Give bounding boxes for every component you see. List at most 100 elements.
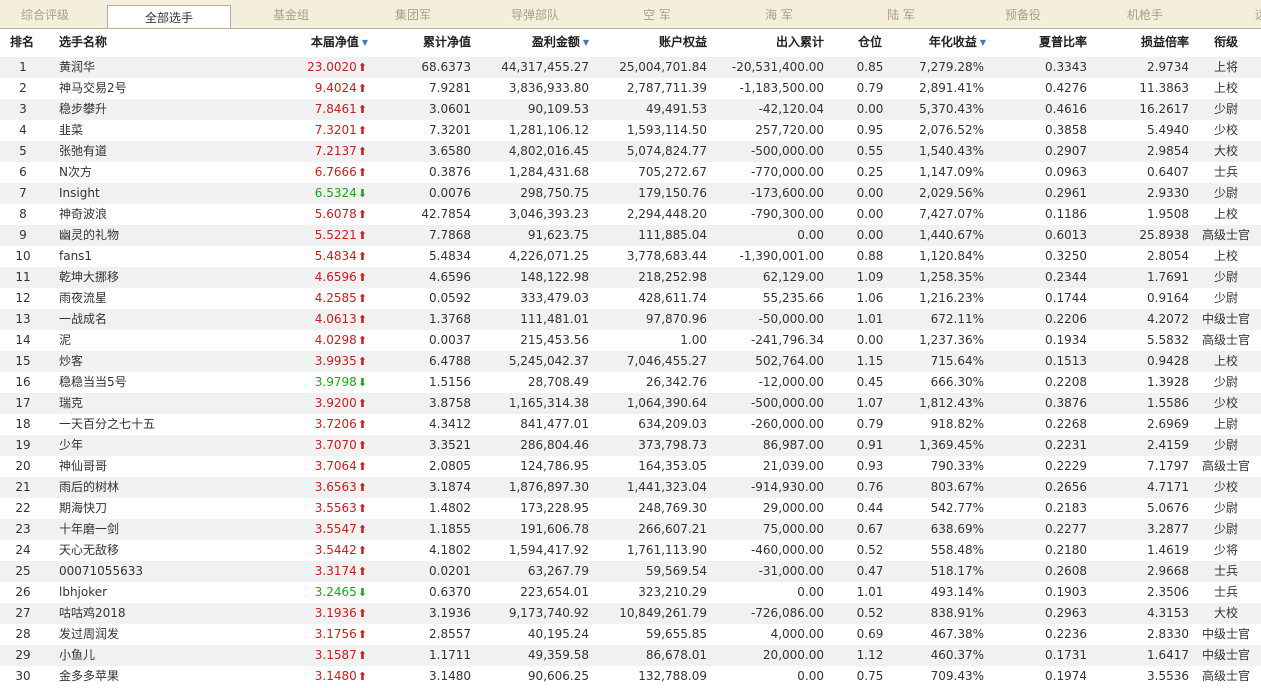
table-row[interactable]: 22 期海快刀 3.5563⬆ 1.4802 173,228.95 248,769.30 2… xyxy=(0,498,1261,519)
cell-player-name[interactable]: 幽灵的礼物 xyxy=(59,225,249,246)
cell-player-name[interactable]: 发过周润发 xyxy=(59,624,249,645)
sort-down-icon[interactable]: ▼ xyxy=(980,38,986,47)
header-rank-title[interactable]: 衔级 xyxy=(1196,29,1256,55)
cell-profit-amount: 4,802,016.45 xyxy=(508,144,589,158)
tab-4[interactable]: 导弹部队 xyxy=(474,3,596,27)
cell-player-name[interactable]: 期海快刀 xyxy=(59,498,249,519)
table-row[interactable]: 1 黄润华 23.0020⬆ 68.6373 44,317,455.27 25,004,7… xyxy=(0,57,1261,78)
sort-down-icon[interactable]: ▼ xyxy=(362,38,368,47)
table-row[interactable]: 29 小鱼儿 3.1587⬆ 1.1711 49,359.58 86,678.01 20,0… xyxy=(0,645,1261,666)
cell-player-name[interactable]: 神仙哥哥 xyxy=(59,456,249,477)
table-row[interactable]: 6 N次方 6.7666⬆ 0.3876 1,284,431.68 705,272.67 -… xyxy=(0,162,1261,183)
tab-0[interactable]: 综合评级 xyxy=(0,3,106,27)
cell-player-name[interactable]: N次方 xyxy=(59,162,249,183)
table-row[interactable]: 8 神奇波浪 5.6078⬆ 42.7854 3,046,393.23 2,294,448… xyxy=(0,204,1261,225)
cell-profit-amount: 1,281,106.12 xyxy=(508,123,589,137)
nav-value: 4.0613 xyxy=(314,312,357,326)
header-profit-amount[interactable]: 盈利金额 ▼ xyxy=(480,29,589,55)
header-account-equity[interactable]: 账户权益 xyxy=(600,29,707,55)
cell-player-name[interactable]: 一天百分之七十五 xyxy=(59,414,249,435)
cell-player-name[interactable]: Insight xyxy=(59,183,249,204)
table-row[interactable]: 26 lbhjoker 3.2465⬇ 0.6370 223,654.01 323,210… xyxy=(0,582,1261,603)
table-row[interactable]: 5 张弛有道 7.2137⬆ 3.6580 4,802,016.45 5,074,824.… xyxy=(0,141,1261,162)
cell-player-name[interactable]: 瑞克 xyxy=(59,393,249,414)
table-row[interactable]: 28 发过周润发 3.1756⬆ 2.8557 40,195.24 59,655.85 4,… xyxy=(0,624,1261,645)
table-row[interactable]: 15 炒客 3.9935⬆ 6.4788 5,245,042.37 7,046,455.2… xyxy=(0,351,1261,372)
header-annual-return[interactable]: 年化收益 ▼ xyxy=(900,29,986,55)
cell-player-name[interactable]: 少年 xyxy=(59,435,249,456)
cell-player-name[interactable]: 稳步攀升 xyxy=(59,99,249,120)
table-row[interactable]: 24 天心无敌移 3.5442⬆ 4.1802 1,594,417.92 1,761,11… xyxy=(0,540,1261,561)
header-pl-ratio[interactable]: 损益倍率 xyxy=(1100,29,1189,55)
cell-cumulative-nav: 42.7854 xyxy=(421,207,471,221)
tab-2[interactable]: 基金组 xyxy=(230,3,352,27)
table-row[interactable]: 2 神马交易2号 9.4024⬆ 7.9281 3,836,933.80 2,787,71… xyxy=(0,78,1261,99)
table-row[interactable]: 14 泥 4.0298⬆ 0.0037 215,453.56 1.00 -241,796.3… xyxy=(0,330,1261,351)
cell-cumulative-nav: 4.3412 xyxy=(429,417,471,431)
cell-player-name[interactable]: 十年磨一剑 xyxy=(59,519,249,540)
cell-pl-ratio: 2.4159 xyxy=(1147,438,1189,452)
header-net-flow[interactable]: 出入累计 xyxy=(715,29,824,55)
table-row[interactable]: 23 十年磨一剑 3.5547⬆ 1.1855 191,606.78 266,607.21… xyxy=(0,519,1261,540)
table-row[interactable]: 7 Insight 6.5324⬇ 0.0076 298,750.75 179,150.7… xyxy=(0,183,1261,204)
cell-player-name[interactable]: 00071055633 xyxy=(59,561,249,582)
header-player-name[interactable]: 选手名称 xyxy=(59,29,179,55)
cell-player-name[interactable]: 小鱼儿 xyxy=(59,645,249,666)
table-row[interactable]: 16 稳稳当当5号 3.9798⬇ 1.5156 28,708.49 26,342.76 -… xyxy=(0,372,1261,393)
cell-player-name[interactable]: 神奇波浪 xyxy=(59,204,249,225)
cell-player-name[interactable]: 炒客 xyxy=(59,351,249,372)
cell-current-nav: 7.2137⬆ xyxy=(260,141,367,162)
tab-9[interactable]: 机枪手 xyxy=(1084,3,1206,27)
table-row[interactable]: 11 乾坤大挪移 4.6596⬆ 4.6596 148,122.98 218,252.98… xyxy=(0,267,1261,288)
cell-account-equity: 428,611.74 xyxy=(638,291,707,305)
header-rank[interactable]: 排名 xyxy=(10,29,50,55)
table-row[interactable]: 10 fans1 5.4834⬆ 5.4834 4,226,071.25 3,778,68… xyxy=(0,246,1261,267)
cell-player-name[interactable]: 张弛有道 xyxy=(59,141,249,162)
sort-down-icon[interactable]: ▼ xyxy=(583,38,589,47)
header-current-nav[interactable]: 本届净值 ▼ xyxy=(260,29,368,55)
cell-player-name[interactable]: 雨后的树林 xyxy=(59,477,249,498)
cell-player-name[interactable]: 咕咕鸡2018 xyxy=(59,603,249,624)
table-row[interactable]: 27 咕咕鸡2018 3.1936⬆ 3.1936 9,173,740.92 10,849… xyxy=(0,603,1261,624)
cell-player-name[interactable]: 雨夜流星 xyxy=(59,288,249,309)
cell-player-name[interactable]: 一战成名 xyxy=(59,309,249,330)
header-cumulative-nav[interactable]: 累计净值 xyxy=(380,29,471,55)
cell-player-name[interactable]: fans1 xyxy=(59,246,249,267)
tab-3[interactable]: 集团军 xyxy=(352,3,474,27)
table-row[interactable]: 20 神仙哥哥 3.7064⬆ 2.0805 124,786.95 164,353.05 2… xyxy=(0,456,1261,477)
table-row[interactable]: 18 一天百分之七十五 3.7206⬆ 4.3412 841,477.01 634,209… xyxy=(0,414,1261,435)
table-row[interactable]: 25 00071055633 3.3174⬆ 0.0201 63,267.79 59,56… xyxy=(0,561,1261,582)
table-row[interactable]: 13 一战成名 4.0613⬆ 1.3768 111,481.01 97,870.96 -5… xyxy=(0,309,1261,330)
header-sharpe-ratio[interactable]: 夏普比率 xyxy=(1000,29,1087,55)
tab-7[interactable]: 陆 军 xyxy=(840,3,962,27)
table-row[interactable]: 12 雨夜流星 4.2585⬆ 0.0592 333,479.03 428,611.74 5… xyxy=(0,288,1261,309)
tab-8[interactable]: 预备役 xyxy=(962,3,1084,27)
table-row[interactable]: 3 稳步攀升 7.8461⬆ 3.0601 90,109.53 49,491.53 -42,… xyxy=(0,99,1261,120)
cell-player-name[interactable]: 金多多苹果 xyxy=(59,666,249,687)
cell-player-name[interactable]: 泥 xyxy=(59,330,249,351)
tab-10[interactable]: 远征 xyxy=(1206,3,1261,27)
cell-player-name[interactable]: 稳稳当当5号 xyxy=(59,372,249,393)
cell-sharpe-ratio: 0.2608 xyxy=(1045,564,1087,578)
header-position[interactable]: 仓位 xyxy=(848,29,892,55)
cell-player-name[interactable]: lbhjoker xyxy=(59,582,249,603)
cell-player-name[interactable]: 黄润华 xyxy=(59,57,249,78)
cell-player-name[interactable]: 韭菜 xyxy=(59,120,249,141)
cell-pl-ratio: 5.4940 xyxy=(1147,123,1189,137)
table-row[interactable]: 4 韭菜 7.3201⬆ 7.3201 1,281,106.12 1,593,114.50… xyxy=(0,120,1261,141)
cell-cumulative-nav: 7.3201 xyxy=(429,123,471,137)
table-row[interactable]: 17 瑞克 3.9200⬆ 3.8758 1,165,314.38 1,064,390.6… xyxy=(0,393,1261,414)
cell-player-name[interactable]: 神马交易2号 xyxy=(59,78,249,99)
table-row[interactable]: 19 少年 3.7070⬆ 3.3521 286,804.46 373,798.73 86,… xyxy=(0,435,1261,456)
table-row[interactable]: 9 幽灵的礼物 5.5221⬆ 7.7868 91,623.75 111,885.04 0.… xyxy=(0,225,1261,246)
tab-6[interactable]: 海 军 xyxy=(718,3,840,27)
cell-player-name[interactable]: 乾坤大挪移 xyxy=(59,267,249,288)
tab-1[interactable]: 全部选手 xyxy=(107,5,231,28)
table-row[interactable]: 21 雨后的树林 3.6563⬆ 3.1874 1,876,897.30 1,441,32… xyxy=(0,477,1261,498)
table-row[interactable]: 30 金多多苹果 3.1480⬆ 3.1480 90,606.25 132,788.09 0… xyxy=(0,666,1261,687)
cell-player-name[interactable]: 天心无敌移 xyxy=(59,540,249,561)
cell-profit-amount: 1,594,417.92 xyxy=(508,543,589,557)
arrow-up-icon: ⬆ xyxy=(357,439,367,452)
tab-5[interactable]: 空 军 xyxy=(596,3,718,27)
cell-current-nav: 3.5563⬆ xyxy=(260,498,367,519)
